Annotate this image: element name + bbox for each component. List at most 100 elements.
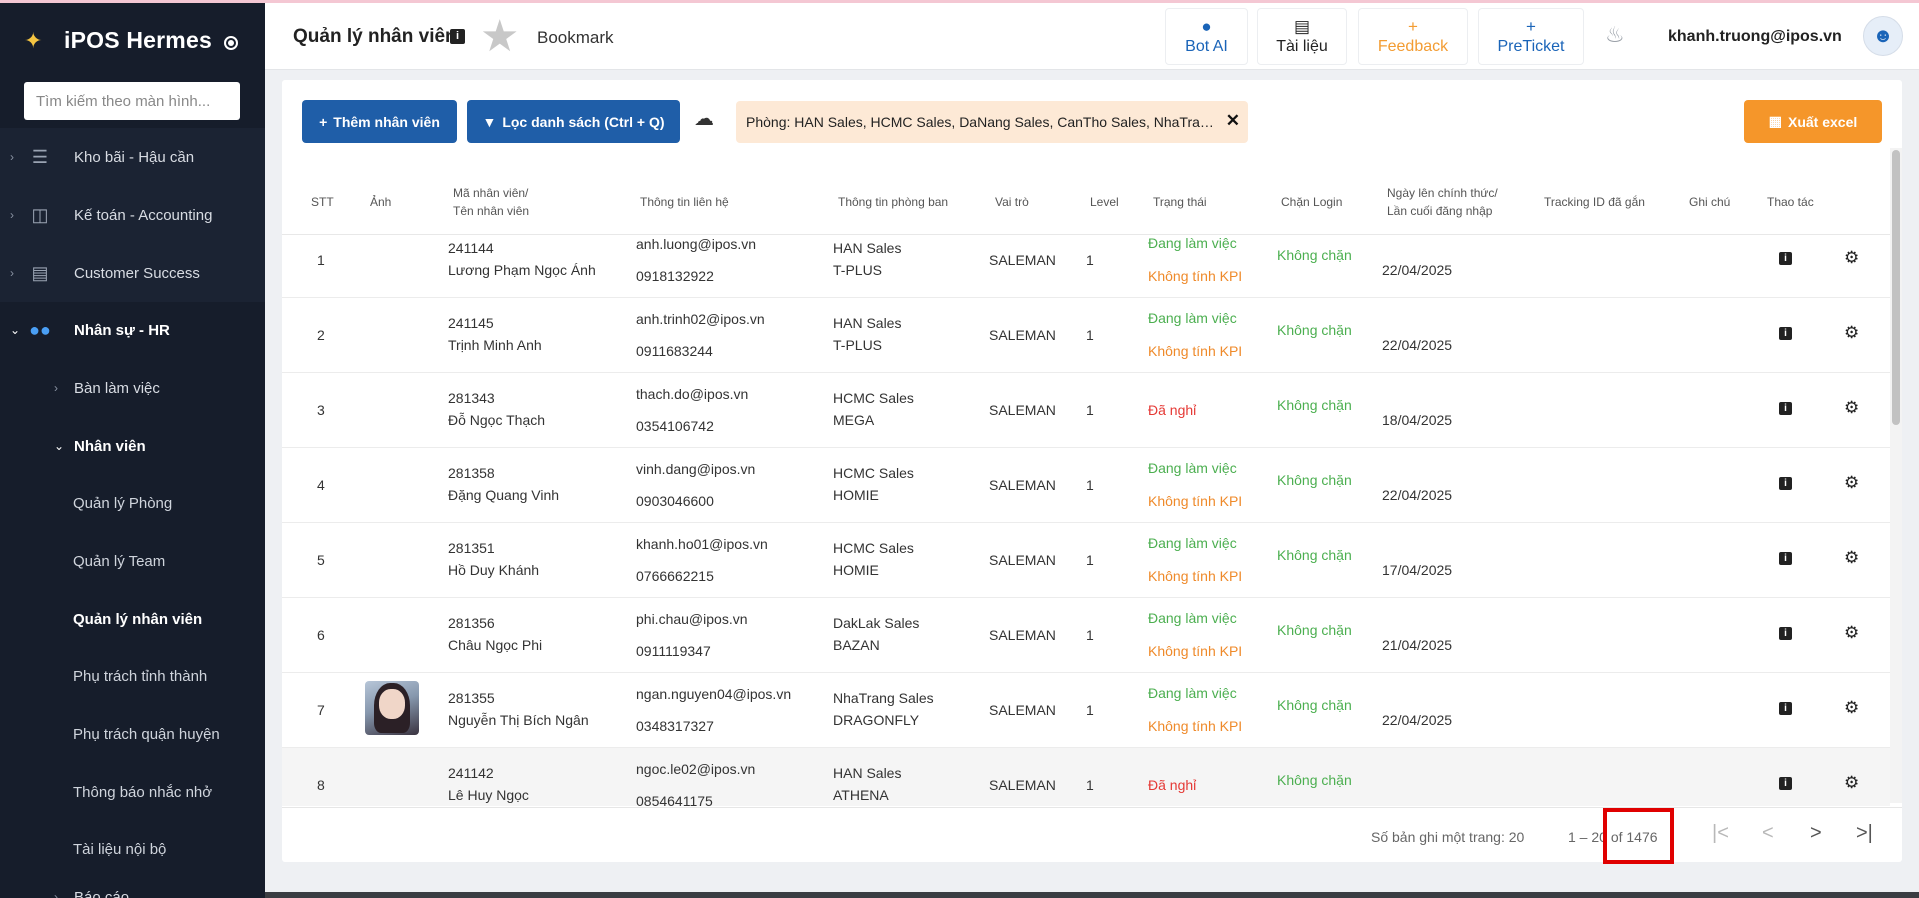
cell-date: 22/04/2025 [1382, 262, 1453, 278]
cell-phone: 0766662215 [636, 568, 714, 584]
cell-email: ngan.nguyen04@ipos.vn [636, 686, 792, 702]
info-icon[interactable]: i [1779, 552, 1792, 565]
sidebar-item-label: Tài liệu nội bộ [73, 840, 167, 858]
header-stt: STT [311, 195, 334, 209]
radio-toggle-icon[interactable] [224, 36, 238, 50]
cell-date: 22/04/2025 [1382, 487, 1453, 503]
chevron-down-icon: ⌄ [54, 439, 65, 453]
sidebar-item-provinces[interactable]: Phụ trách tỉnh thành [0, 647, 265, 705]
cell-role: SALEMAN [989, 252, 1056, 268]
gear-icon[interactable]: ⚙ [1844, 698, 1859, 718]
cell-block-login: Không chặn [1277, 697, 1352, 713]
gear-icon[interactable]: ⚙ [1844, 548, 1859, 568]
cell-employee-name: Hồ Duy Khánh [448, 562, 540, 578]
chevron-right-icon: › [54, 890, 58, 898]
sidebar-item-warehouse[interactable]: › ☰ Kho bãi - Hậu cần [0, 128, 265, 186]
gear-icon[interactable]: ⚙ [1844, 323, 1859, 343]
feedback-button[interactable]: + Feedback [1358, 8, 1468, 65]
sidebar-item-departments[interactable]: Quản lý Phòng [0, 474, 265, 532]
sidebar-item-teams[interactable]: Quản lý Team [0, 532, 265, 590]
table-row[interactable]: 8 241142 Lê Huy Ngọc ngoc.le02@ipos.vn 0… [282, 748, 1890, 806]
sidebar-item-label: Phụ trách quận huyện [73, 725, 220, 743]
user-email[interactable]: khanh.truong@ipos.vn [1668, 28, 1842, 46]
sidebar-item-districts[interactable]: Phụ trách quận huyện [0, 705, 265, 763]
table-row[interactable]: 1 241144 Lương Phạm Ngọc Ánh anh.luong@i… [282, 223, 1890, 298]
table-scrollbar[interactable] [1890, 148, 1902, 803]
sidebar-item-accounting[interactable]: › ◫ Kế toán - Accounting [0, 186, 265, 244]
sidebar-item-hr[interactable]: ⌄ ●● Nhân sự - HR [0, 301, 265, 359]
gear-icon[interactable]: ⚙ [1844, 398, 1859, 418]
add-employee-button[interactable]: + Thêm nhân viên [302, 100, 457, 143]
file-icon: ▦ [1768, 113, 1782, 129]
sidebar-item-customer-success[interactable]: › ▤ Customer Success [0, 244, 265, 302]
table-row[interactable]: 5 281351 Hồ Duy Khánh khanh.ho01@ipos.vn… [282, 523, 1890, 598]
sidebar-item-label: Quản lý Phòng [73, 494, 173, 512]
cell-email: phi.chau@ipos.vn [636, 611, 748, 627]
page-size-label[interactable]: Số bản ghi một trang: 20 [1371, 829, 1524, 845]
star-icon[interactable]: ★ [480, 15, 519, 59]
sidebar-item-reminders[interactable]: Thông báo nhắc nhở [0, 763, 265, 821]
gear-icon[interactable]: ⚙ [1844, 248, 1859, 268]
preticket-button[interactable]: + PreTicket [1478, 8, 1584, 65]
sidebar-item-employee-management[interactable]: Quản lý nhân viên [0, 590, 265, 648]
last-page-icon[interactable]: >| [1856, 822, 1873, 845]
cloud-download-icon[interactable]: ☁ [694, 106, 714, 131]
button-label: Feedback [1377, 37, 1449, 55]
bot-ai-button[interactable]: ● Bot AI [1165, 8, 1248, 65]
table-row[interactable]: 6 281356 Châu Ngọc Phi phi.chau@ipos.vn … [282, 598, 1890, 673]
sidebar: ✦ iPOS Hermes › ☰ Kho bãi - Hậu cần › ◫ … [0, 3, 265, 898]
table-row[interactable]: 3 281343 Đỗ Ngọc Thạch thach.do@ipos.vn … [282, 373, 1890, 448]
cell-level: 1 [1086, 552, 1094, 568]
info-icon[interactable]: i [1779, 777, 1792, 790]
cell-status: Đang làm việc [1148, 235, 1237, 251]
info-icon[interactable]: i [1779, 402, 1792, 415]
employee-photo[interactable] [365, 681, 419, 735]
filter-list-button[interactable]: ▼ Lọc danh sách (Ctrl + Q) [467, 100, 680, 143]
header-date: Ngày lên chính thức/ [1387, 186, 1498, 200]
bell-icon[interactable]: ♨ [1605, 22, 1625, 48]
cell-team: T-PLUS [833, 337, 883, 353]
next-page-icon[interactable]: > [1810, 822, 1822, 845]
cell-phone: 0911683244 [636, 343, 713, 359]
id-card-icon: ▤ [31, 263, 49, 283]
table-row[interactable]: 7 281355 Nguyễn Thị Bích Ngân ngan.nguye… [282, 673, 1890, 748]
info-icon[interactable]: i [1779, 702, 1792, 715]
close-icon[interactable]: ✕ [1226, 111, 1240, 131]
cell-role: SALEMAN [989, 402, 1056, 418]
info-icon[interactable]: i [450, 29, 465, 44]
gear-icon[interactable]: ⚙ [1844, 623, 1859, 643]
bookmark-label[interactable]: Bookmark [537, 28, 614, 48]
export-excel-button[interactable]: ▦ Xuất excel [1744, 100, 1882, 143]
cell-email: anh.luong@ipos.vn [636, 236, 757, 252]
sidebar-item-workdesk[interactable]: › Bàn làm việc [0, 359, 265, 417]
cell-block-login: Không chặn [1277, 622, 1352, 638]
sidebar-item-label: Customer Success [74, 264, 200, 282]
department-filter-chip[interactable]: Phòng: HAN Sales, HCMC Sales, DaNang Sal… [736, 101, 1248, 143]
info-icon[interactable]: i [1779, 252, 1792, 265]
info-icon[interactable]: i [1779, 477, 1792, 490]
cell-stt: 3 [317, 402, 325, 418]
header-level: Level [1090, 195, 1119, 209]
highlight-annotation [1603, 808, 1674, 864]
brand[interactable]: ✦ iPOS Hermes [24, 27, 212, 54]
table-row[interactable]: 2 241145 Trịnh Minh Anh anh.trinh02@ipos… [282, 298, 1890, 373]
info-icon[interactable]: i [1779, 327, 1792, 340]
sidebar-item-label: Quản lý nhân viên [73, 610, 203, 628]
cell-level: 1 [1086, 777, 1094, 793]
sidebar-item-label: Bàn làm việc [74, 379, 160, 397]
user-avatar-icon[interactable]: ☻ [1863, 16, 1903, 56]
sidebar-item-employees[interactable]: ⌄ Nhân viên [0, 417, 265, 475]
prev-page-icon[interactable]: < [1762, 822, 1774, 845]
cell-role: SALEMAN [989, 327, 1056, 343]
info-icon[interactable]: i [1779, 627, 1792, 640]
gear-icon[interactable]: ⚙ [1844, 773, 1859, 793]
scrollbar-thumb[interactable] [1892, 150, 1900, 425]
table-row[interactable]: 4 281358 Đặng Quang Vinh vinh.dang@ipos.… [282, 448, 1890, 523]
bird-logo-icon: ✦ [24, 27, 43, 53]
sidebar-search-input[interactable] [24, 82, 240, 120]
docs-button[interactable]: ▤ Tài liệu [1257, 8, 1347, 65]
cell-level: 1 [1086, 477, 1094, 493]
first-page-icon[interactable]: |< [1712, 822, 1729, 845]
gear-icon[interactable]: ⚙ [1844, 473, 1859, 493]
sidebar-item-reports[interactable]: › Báo cáo [0, 868, 265, 898]
